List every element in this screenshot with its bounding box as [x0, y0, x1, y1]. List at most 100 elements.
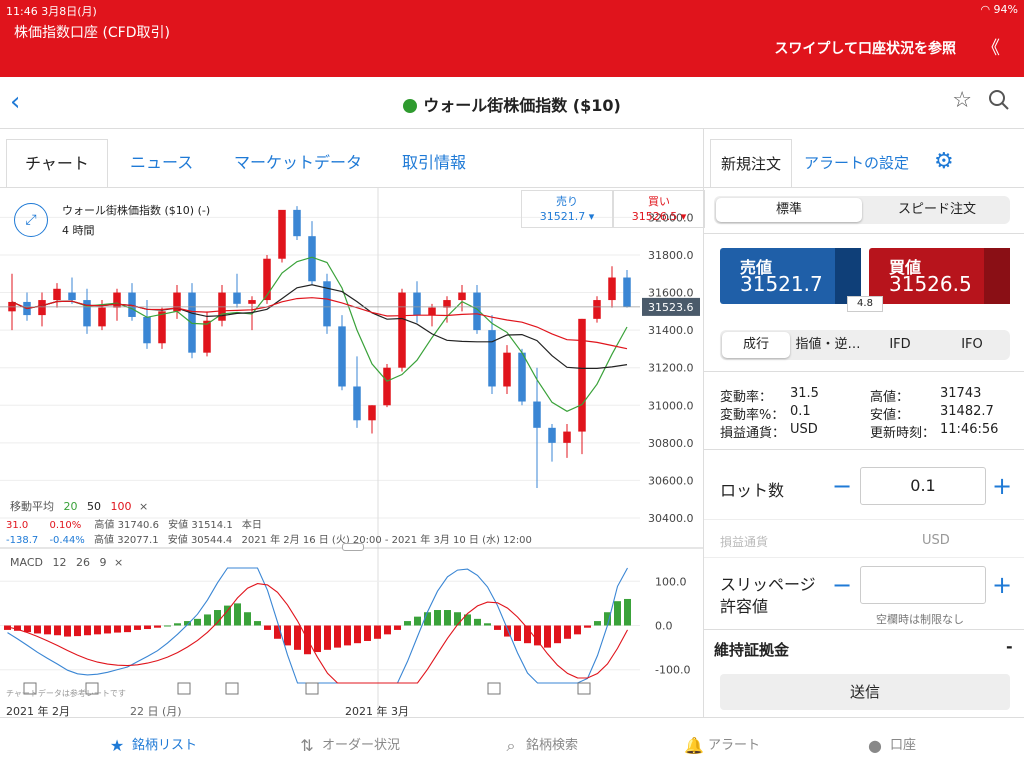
tab-news[interactable]: ニュース [130, 139, 193, 187]
tab-chart[interactable]: チャート [6, 139, 108, 187]
tabbar-orders[interactable]: ⇅ オーダー状況 [298, 734, 400, 755]
macd-histogram-bar [404, 621, 411, 626]
candle-body [248, 300, 256, 304]
info-value: 11:46:56 [940, 422, 999, 437]
macd-histogram-bar [264, 625, 271, 630]
macd-histogram-bar [584, 625, 591, 628]
collapse-icon[interactable]: 《 [982, 34, 1000, 60]
fullscreen-icon[interactable]: ⤢ [14, 203, 48, 237]
tabbar-search[interactable]: ⌕ 銘柄検索 [502, 734, 579, 756]
margin-value[interactable]: - [1006, 637, 1013, 656]
macd-histogram-bar [364, 625, 371, 641]
mode-speed-order[interactable]: スピード注文 [864, 196, 1010, 224]
macd-histogram-bar [94, 625, 101, 635]
search-icon[interactable] [988, 89, 1010, 115]
close-icon[interactable]: × [114, 556, 123, 569]
macd-histogram-bar [374, 625, 381, 639]
slippage-input[interactable] [860, 566, 986, 604]
sell-quote[interactable]: 売り 31521.7 ▾ [521, 190, 613, 228]
order-type-limit[interactable]: 指値・逆… [792, 330, 864, 360]
tabbar-alerts[interactable]: 🔔 アラート [684, 734, 760, 755]
divider [704, 187, 1024, 188]
macd-legend: MACD 12 26 9 × [10, 556, 124, 569]
order-type-market[interactable]: 成行 [722, 332, 790, 358]
slippage-plus-button[interactable]: + [992, 571, 1012, 599]
candle-body [113, 292, 121, 308]
swipe-hint[interactable]: スワイプして口座状況を参照 [774, 38, 956, 58]
macd-histogram-bar [164, 625, 171, 627]
macd-histogram-bar [324, 625, 331, 650]
macd-histogram-bar [354, 625, 361, 644]
tab-alert-settings[interactable]: アラートの設定 [804, 139, 909, 187]
candle-body [98, 307, 106, 327]
price-tick-label: 31600.0 [648, 287, 694, 300]
macd-histogram-bar [114, 625, 121, 633]
lot-input[interactable]: 0.1 [860, 467, 986, 505]
tab-market-data[interactable]: マーケットデータ [234, 139, 362, 187]
bell-icon: 🔔 [684, 736, 704, 755]
candle-body [338, 326, 346, 387]
macd-tick-label: 100.0 [655, 575, 687, 588]
price-chart[interactable]: 32000.031800.031600.031400.031200.031000… [0, 188, 703, 718]
candle-body [578, 318, 586, 432]
candle-body [563, 431, 571, 443]
macd-histogram-bar [154, 625, 161, 628]
macd-histogram-bar [574, 625, 581, 635]
macd-histogram-bar [214, 610, 221, 626]
battery-percent: 94% [993, 3, 1018, 16]
buy-button[interactable]: 買値 31526.5 [869, 248, 1010, 304]
pane-resize-handle[interactable] [342, 543, 364, 551]
divider [704, 557, 1024, 558]
macd-histogram-bar [64, 625, 71, 637]
moving-average-line [11, 256, 628, 412]
lot-minus-button[interactable]: − [832, 472, 852, 500]
macd-histogram-bar [454, 612, 461, 626]
tabbar-watchlist[interactable]: ★ 銘柄リスト [108, 734, 197, 755]
candle-body [428, 307, 436, 316]
candle-body [53, 288, 61, 301]
chart-area[interactable]: 32000.0 31800.0 31600.0 31400.0 31200.0 31000… [0, 187, 703, 718]
chart-instrument: ウォール街株価指数 ($10) (-) [62, 204, 211, 217]
slippage-label: スリッページ 許容値 [720, 575, 816, 616]
status-dot-icon [403, 99, 418, 113]
sell-button[interactable]: 売値 31521.7 [720, 248, 861, 304]
tabbar-account[interactable]: ● 口座 [866, 734, 916, 755]
info-key: 更新時刻： [870, 426, 936, 441]
macd-histogram-bar [554, 625, 561, 644]
candle-body [623, 277, 631, 307]
macd-histogram-bar [84, 625, 91, 636]
info-key: 高値： [870, 390, 910, 405]
macd-histogram-bar [204, 614, 211, 626]
info-key: 安値： [870, 408, 910, 423]
gear-icon[interactable]: ⚙ [934, 149, 954, 174]
candle-body [143, 316, 151, 344]
tab-new-order[interactable]: 新規注文 [710, 139, 793, 187]
order-type-ifo[interactable]: IFO [936, 330, 1008, 360]
buy-quote[interactable]: 買い 31526.5 ▾ [613, 190, 705, 228]
price-tick-label: 31200.0 [648, 362, 694, 375]
candle-body [413, 292, 421, 316]
macd-histogram-bar [74, 625, 81, 637]
candle-body [233, 292, 241, 304]
calendar-event-icon [577, 682, 591, 695]
candle-body [458, 292, 466, 301]
price-tick-label: 31400.0 [648, 324, 694, 337]
lot-plus-button[interactable]: + [992, 472, 1012, 500]
star-icon[interactable]: ☆ [952, 88, 972, 113]
lot-label: ロット数 [720, 481, 785, 500]
candle-body [188, 292, 196, 353]
order-type-ifd[interactable]: IFD [864, 330, 936, 360]
tab-trade-info[interactable]: 取引情報 [402, 139, 466, 187]
candle-body [503, 352, 511, 387]
macd-histogram-bar [54, 625, 61, 636]
mode-standard[interactable]: 標準 [716, 198, 862, 222]
close-icon[interactable]: × [139, 500, 148, 513]
macd-histogram-bar [334, 625, 341, 648]
macd-histogram-bar [534, 625, 541, 646]
price-tick-label: 30800.0 [648, 437, 694, 450]
submit-button[interactable]: 送信 [720, 674, 1010, 710]
macd-histogram-bar [44, 625, 51, 635]
macd-histogram-bar [394, 625, 401, 630]
slippage-minus-button[interactable]: − [832, 571, 852, 599]
macd-tick-label: -100.0 [655, 664, 690, 677]
